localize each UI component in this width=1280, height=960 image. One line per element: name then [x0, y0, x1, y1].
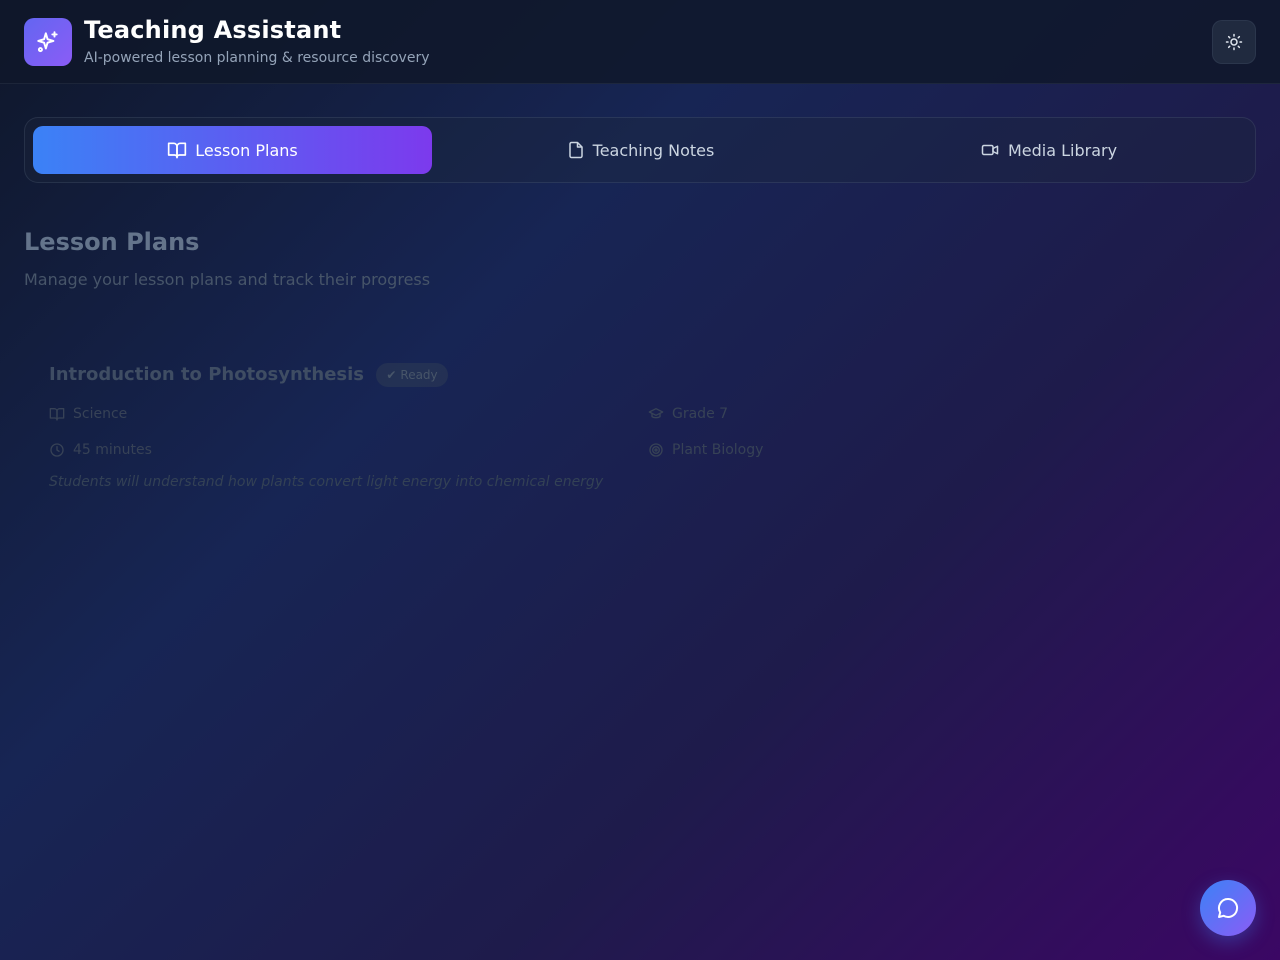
tab-lesson-plans[interactable]: Lesson Plans	[33, 126, 432, 174]
lesson-objective: Students will understand how plants conv…	[49, 474, 604, 490]
book-open-icon	[49, 408, 65, 421]
clock-icon	[50, 443, 64, 457]
subject-text: Science	[73, 406, 128, 422]
app-header: Teaching Assistant AI-powered lesson pla…	[0, 0, 1280, 84]
lesson-duration: 45 minutes	[49, 442, 152, 458]
lesson-topic: Plant Biology	[648, 442, 763, 458]
lesson-plan-card[interactable]: Introduction to Photosynthesis ✔ Ready S…	[24, 335, 1256, 515]
graduation-cap-icon	[648, 408, 664, 419]
lesson-subject: Science	[49, 406, 127, 422]
grade-text: Grade 7	[672, 406, 729, 422]
message-circle-icon	[1218, 897, 1239, 918]
duration-text: 45 minutes	[73, 442, 152, 458]
tab-label: Lesson Plans	[195, 140, 298, 160]
sun-icon	[1225, 33, 1243, 51]
video-icon	[981, 144, 999, 156]
status-label: Ready	[400, 368, 438, 382]
tab-media-library[interactable]: Media Library	[849, 126, 1248, 174]
check-icon: ✔	[386, 368, 397, 382]
app-subtitle: AI-powered lesson planning & resource di…	[84, 50, 430, 66]
topic-text: Plant Biology	[672, 442, 764, 458]
chat-button[interactable]	[1200, 880, 1256, 936]
target-icon	[649, 443, 663, 457]
status-badge: ✔ Ready	[376, 363, 448, 387]
theme-toggle-button[interactable]	[1212, 20, 1256, 64]
lesson-title: Introduction to Photosynthesis	[49, 364, 365, 385]
tab-label: Teaching Notes	[592, 140, 715, 160]
tab-teaching-notes[interactable]: Teaching Notes	[441, 126, 840, 174]
tab-bar: Lesson Plans Teaching Notes Media Librar…	[24, 117, 1256, 183]
app-title: Teaching Assistant	[84, 16, 342, 44]
lesson-grade: Grade 7	[648, 406, 728, 422]
tab-label: Media Library	[1007, 140, 1118, 160]
page-subtitle: Manage your lesson plans and track their…	[24, 270, 431, 289]
sparkles-icon	[24, 18, 72, 66]
book-open-icon	[168, 142, 187, 159]
page-title: Lesson Plans	[24, 228, 200, 256]
file-icon	[568, 141, 583, 159]
